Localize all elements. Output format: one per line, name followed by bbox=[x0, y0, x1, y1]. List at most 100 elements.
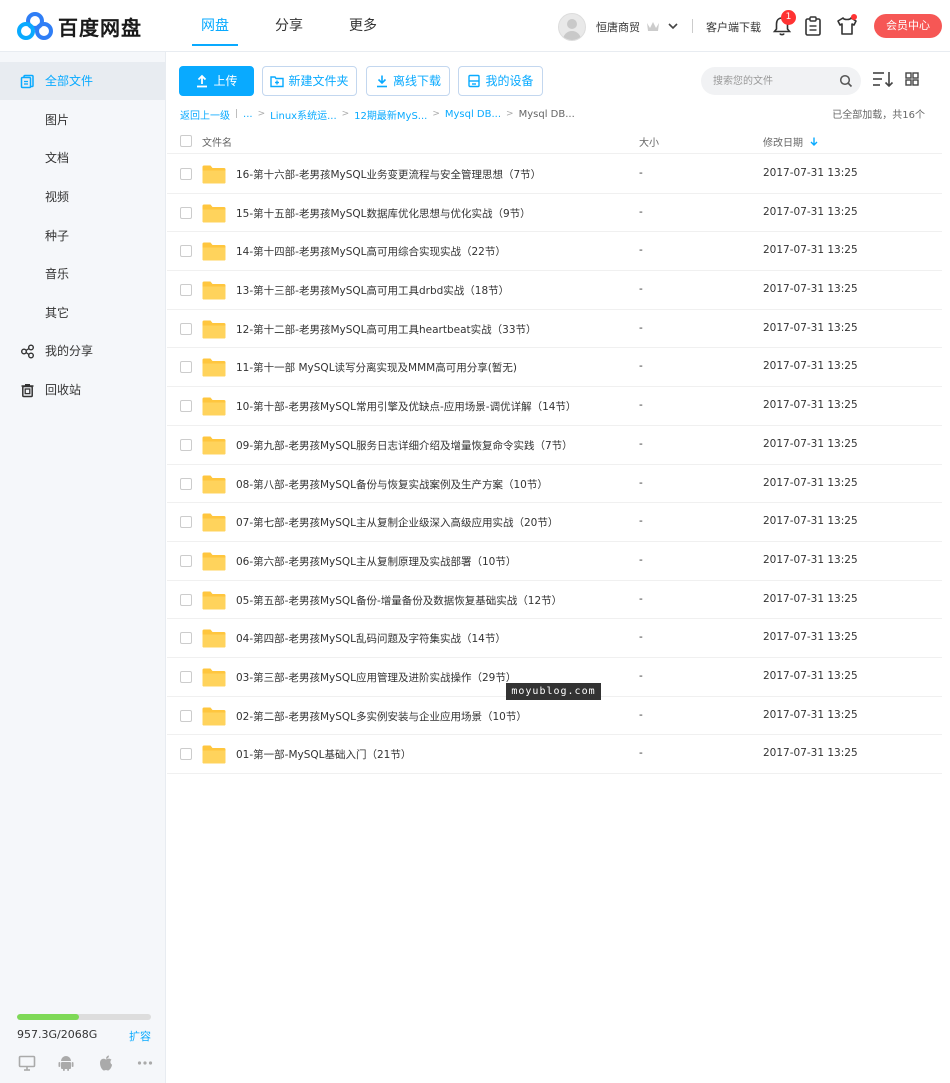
search-input[interactable] bbox=[713, 72, 833, 90]
file-name-link[interactable]: 08-第八部-老男孩MySQL备份与恢复实战案例及生产方案（10节） bbox=[236, 477, 548, 492]
table-row[interactable]: 05-第五部-老男孩MySQL备份-增量备份及数据恢复基础实战（12节） - 201… bbox=[167, 581, 942, 620]
file-name-link[interactable]: 10-第十部-老男孩MySQL常用引擎及优缺点-应用场景-调优详解（14节） bbox=[236, 399, 576, 414]
row-checkbox[interactable] bbox=[180, 748, 192, 761]
sidebar-item-all-files[interactable]: 全部文件 bbox=[0, 62, 166, 100]
file-size: - bbox=[639, 631, 643, 644]
more-icon[interactable] bbox=[136, 1054, 154, 1072]
table-row[interactable]: 02-第二部-老男孩MySQL多实例安装与企业应用场景（10节） - 2017-07… bbox=[167, 697, 942, 736]
file-name-link[interactable]: 03-第三部-老男孩MySQL应用管理及进阶实战操作（29节） bbox=[236, 670, 516, 685]
table-row[interactable]: 07-第七部-老男孩MySQL主从复制企业级深入高级应用实战（20节） - 2017… bbox=[167, 503, 942, 542]
file-name-link[interactable]: 02-第二部-老男孩MySQL多实例安装与企业应用场景（10节） bbox=[236, 709, 527, 724]
row-checkbox[interactable] bbox=[180, 477, 192, 490]
row-checkbox[interactable] bbox=[180, 593, 192, 606]
file-name-link[interactable]: 05-第五部-老男孩MySQL备份-增量备份及数据恢复基础实战（12节） bbox=[236, 593, 562, 608]
row-checkbox[interactable] bbox=[180, 322, 192, 335]
select-all-checkbox[interactable] bbox=[180, 135, 192, 147]
user-menu[interactable]: 恒唐商贸 bbox=[558, 12, 678, 42]
table-row[interactable]: 11-第十一部 MySQL读写分离实现及MMM高可用分享(暂无) - 2017-07… bbox=[167, 348, 942, 388]
file-name-link[interactable]: 01-第一部-MySQL基础入门（21节） bbox=[236, 747, 411, 762]
grid-view-icon[interactable] bbox=[905, 72, 919, 86]
breadcrumb-item[interactable]: 12期最新MyS... bbox=[354, 107, 427, 122]
sidebar-item-recycle-bin[interactable]: 回收站 bbox=[0, 371, 166, 409]
breadcrumb-item[interactable]: Mysql DB... bbox=[445, 109, 501, 120]
upload-label: 上传 bbox=[213, 74, 238, 88]
table-row[interactable]: 04-第四部-老男孩MySQL乱码问题及字符集实战（14节） - 2017-07-3… bbox=[167, 619, 942, 658]
row-checkbox[interactable] bbox=[180, 284, 192, 297]
desktop-icon[interactable] bbox=[18, 1054, 36, 1072]
android-icon[interactable] bbox=[57, 1054, 75, 1072]
storage-quota-text: 957.3G/2068G bbox=[17, 1028, 98, 1041]
sidebar-item-torrents[interactable]: 种子 bbox=[0, 217, 166, 255]
offline-download-button[interactable]: 离线下载 bbox=[366, 66, 450, 96]
table-row[interactable]: 06-第六部-老男孩MySQL主从复制原理及实战部署（10节） - 2017-07-… bbox=[167, 542, 942, 581]
file-name-link[interactable]: 15-第十五部-老男孩MySQL数据库优化思想与优化实战（9节） bbox=[236, 206, 531, 221]
breadcrumb-back[interactable]: 返回上一级 bbox=[180, 107, 230, 122]
nav-tab-netdisk[interactable]: 网盘 bbox=[178, 0, 252, 52]
row-checkbox[interactable] bbox=[180, 400, 192, 413]
row-checkbox[interactable] bbox=[180, 438, 192, 451]
table-row[interactable]: 15-第十五部-老男孩MySQL数据库优化思想与优化实战（9节） - 2017-07… bbox=[167, 194, 942, 233]
file-name-link[interactable]: 12-第十二部-老男孩MySQL高可用工具heartbeat实战（33节） bbox=[236, 322, 537, 337]
column-header-date-label: 修改日期 bbox=[763, 138, 803, 149]
row-checkbox[interactable] bbox=[180, 709, 192, 722]
main-content: 上传 新建文件夹 离线下载 我的设备 搜索您的文件 返回上一级 | ... > … bbox=[167, 52, 950, 1083]
file-name-link[interactable]: 06-第六部-老男孩MySQL主从复制原理及实战部署（10节） bbox=[236, 554, 516, 569]
file-modified-date: 2017-07-31 13:25 bbox=[763, 244, 858, 257]
client-download-link[interactable]: 客户端下载 bbox=[706, 19, 761, 35]
row-checkbox[interactable] bbox=[180, 554, 192, 567]
sort-icon[interactable] bbox=[872, 70, 894, 88]
row-checkbox[interactable] bbox=[180, 670, 192, 683]
table-row[interactable]: 12-第十二部-老男孩MySQL高可用工具heartbeat实战（33节） - 20… bbox=[167, 310, 942, 349]
file-name-link[interactable]: 16-第十六部-老男孩MySQL业务变更流程与安全管理思想（7节） bbox=[236, 167, 541, 182]
row-checkbox[interactable] bbox=[180, 632, 192, 645]
sidebar-item-documents[interactable]: 文档 bbox=[0, 139, 166, 177]
file-name-link[interactable]: 04-第四部-老男孩MySQL乱码问题及字符集实战（14节） bbox=[236, 631, 506, 646]
file-modified-date: 2017-07-31 13:25 bbox=[763, 476, 858, 489]
file-name-link[interactable]: 09-第九部-老男孩MySQL服务日志详细介绍及增量恢复命令实践（7节） bbox=[236, 438, 573, 453]
row-checkbox[interactable] bbox=[180, 361, 192, 374]
file-size: - bbox=[639, 283, 643, 296]
apple-icon[interactable] bbox=[97, 1054, 115, 1072]
nav-tab-share[interactable]: 分享 bbox=[252, 0, 326, 52]
file-name-link[interactable]: 07-第七部-老男孩MySQL主从复制企业级深入高级应用实战（20节） bbox=[236, 515, 558, 530]
table-row[interactable]: 01-第一部-MySQL基础入门（21节） - 2017-07-31 13:25 bbox=[167, 735, 942, 774]
nav-tab-more[interactable]: 更多 bbox=[326, 0, 400, 52]
sidebar-item-images[interactable]: 图片 bbox=[0, 101, 166, 139]
row-checkbox[interactable] bbox=[180, 206, 192, 219]
file-name-link[interactable]: 14-第十四部-老男孩MySQL高可用综合实现实战（22节） bbox=[236, 244, 506, 259]
upload-button[interactable]: 上传 bbox=[179, 66, 254, 96]
new-folder-button[interactable]: 新建文件夹 bbox=[262, 66, 357, 96]
load-status-text: 已全部加载，共16个 bbox=[832, 110, 925, 121]
row-checkbox[interactable] bbox=[180, 168, 192, 180]
file-modified-date: 2017-07-31 13:25 bbox=[763, 592, 858, 605]
breadcrumb-item[interactable]: Linux系统运... bbox=[270, 107, 336, 122]
sidebar-item-my-shares[interactable]: 我的分享 bbox=[0, 332, 166, 370]
file-name-link[interactable]: 13-第十三部-老男孩MySQL高可用工具drbd实战（18节） bbox=[236, 283, 509, 298]
sidebar-item-videos[interactable]: 视频 bbox=[0, 178, 166, 216]
main-nav: 网盘 分享 更多 bbox=[178, 0, 400, 52]
column-header-name[interactable]: 文件名 bbox=[202, 134, 232, 149]
sidebar-item-music[interactable]: 音乐 bbox=[0, 255, 166, 293]
vip-center-button[interactable]: 会员中心 bbox=[874, 14, 942, 38]
my-devices-button[interactable]: 我的设备 bbox=[458, 66, 543, 96]
table-row[interactable]: 10-第十部-老男孩MySQL常用引擎及优缺点-应用场景-调优详解（14节） - 2… bbox=[167, 387, 942, 426]
row-checkbox[interactable] bbox=[180, 516, 192, 529]
breadcrumb-separator: > bbox=[257, 109, 266, 119]
logo[interactable]: 百度网盘 bbox=[16, 11, 142, 41]
column-header-size[interactable]: 大小 bbox=[639, 134, 659, 149]
table-row[interactable]: 14-第十四部-老男孩MySQL高可用综合实现实战（22节） - 2017-07-3… bbox=[167, 232, 942, 272]
expand-storage-link[interactable]: 扩容 bbox=[129, 1028, 151, 1044]
row-checkbox[interactable] bbox=[180, 245, 192, 258]
table-row[interactable]: 13-第十三部-老男孩MySQL高可用工具drbd实战（18节） - 2017-07… bbox=[167, 271, 942, 310]
column-header-date[interactable]: 修改日期 bbox=[763, 134, 818, 149]
table-row[interactable]: 16-第十六部-老男孩MySQL业务变更流程与安全管理思想（7节） - 2017-0… bbox=[167, 155, 942, 194]
table-row[interactable]: 08-第八部-老男孩MySQL备份与恢复实战案例及生产方案（10节） - 2017-… bbox=[167, 465, 942, 504]
clipboard-icon[interactable] bbox=[804, 15, 822, 37]
breadcrumb-separator: > bbox=[432, 109, 440, 119]
search-icon[interactable] bbox=[839, 74, 853, 88]
table-row[interactable]: 09-第九部-老男孩MySQL服务日志详细介绍及增量恢复命令实践（7节） - 201… bbox=[167, 426, 942, 465]
sidebar-item-other[interactable]: 其它 bbox=[0, 294, 166, 332]
file-name-link[interactable]: 11-第十一部 MySQL读写分离实现及MMM高可用分享(暂无) bbox=[236, 360, 517, 375]
user-name: 恒唐商贸 bbox=[596, 21, 640, 34]
breadcrumb-item[interactable]: ... bbox=[243, 109, 253, 120]
